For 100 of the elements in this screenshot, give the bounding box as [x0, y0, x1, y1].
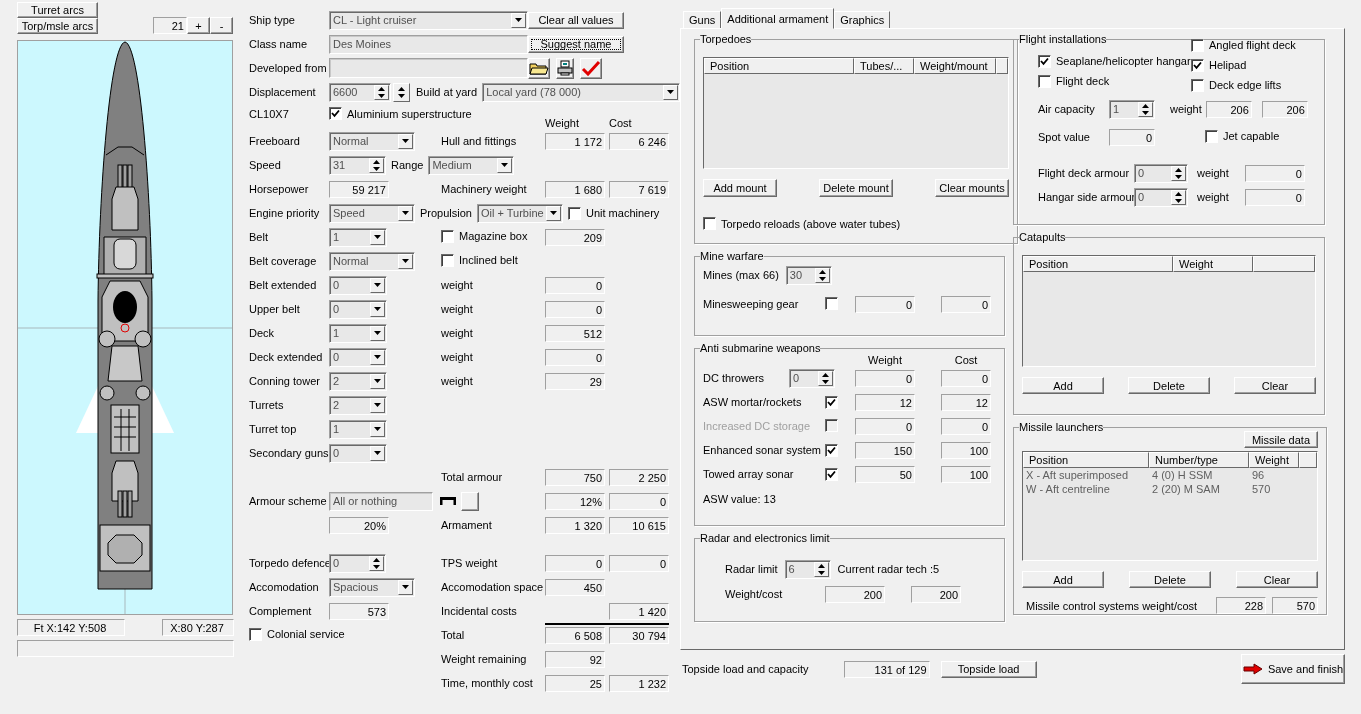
zoom-button[interactable]: - [210, 17, 233, 34]
catapult-button[interactable]: Delete [1128, 377, 1210, 394]
checkbox[interactable] [1038, 54, 1051, 68]
dropdown[interactable]: 0 [329, 275, 387, 295]
field-label: Complement [249, 605, 313, 617]
spin-box[interactable]: 0 [1134, 187, 1188, 207]
field-label: Belt coverage [249, 255, 318, 267]
launcher-button[interactable]: Delete [1129, 571, 1211, 588]
mount-button[interactable]: Add mount [703, 179, 777, 197]
field-label: Accomodation space [441, 581, 545, 593]
tab[interactable]: Additional armament [721, 8, 835, 29]
spin-box[interactable]: 0 [329, 553, 386, 573]
text-field[interactable]: All or nothing [329, 491, 433, 511]
field-label: Mines (max 66) [703, 269, 779, 281]
checkbox[interactable] [1191, 58, 1204, 72]
checkbox[interactable] [1205, 129, 1218, 143]
arcs-button[interactable]: Turret arcs [17, 2, 98, 18]
column-header[interactable]: Position [704, 58, 854, 74]
dropdown[interactable]: 0 [329, 347, 387, 367]
checkbox[interactable] [441, 253, 454, 267]
dropdown[interactable]: Spacious [329, 577, 415, 597]
dropdown[interactable]: 0 [329, 299, 387, 319]
checkbox[interactable] [441, 229, 454, 243]
spin-box[interactable]: 30 [785, 265, 832, 285]
spin-box[interactable]: 6600 [329, 82, 391, 102]
checkbox[interactable] [825, 296, 838, 310]
spin-box[interactable]: 1 [1109, 99, 1155, 119]
dropdown[interactable]: Local yard (78 000) [482, 82, 681, 102]
dropdown[interactable]: Oil + Turbine [477, 203, 563, 223]
value-field: 0 [545, 554, 605, 572]
column-header[interactable]: Number/type [1149, 452, 1249, 468]
spinner-arrows-icon[interactable] [393, 82, 410, 102]
checkbox[interactable] [329, 107, 342, 120]
dropdown[interactable]: Medium [428, 155, 515, 175]
tab[interactable]: Graphics [834, 11, 891, 29]
spin-box[interactable]: 0 [1134, 163, 1188, 183]
checkbox[interactable] [249, 627, 262, 641]
list-row[interactable]: X - Aft superimposed 4 (0) H SSM 96 [1023, 468, 1317, 482]
value-field: 0 [609, 492, 669, 510]
catapult-button[interactable]: Clear [1234, 377, 1316, 394]
dropdown[interactable]: 2 [329, 371, 387, 391]
dropdown[interactable]: Speed [329, 203, 415, 223]
column-header[interactable]: Weight [1173, 256, 1253, 272]
mount-button[interactable]: Delete mount [819, 179, 893, 197]
zoom-button[interactable]: + [187, 17, 210, 34]
scheme-button[interactable] [461, 491, 479, 511]
text-field[interactable]: Des Moines [329, 34, 528, 54]
field-label: Hangar side armour [1038, 191, 1134, 203]
spinner-arrows-icon [374, 84, 389, 100]
list-view[interactable]: Position Tubes/... Weight/mount [703, 57, 1009, 169]
catapult-button[interactable]: Add [1022, 377, 1104, 394]
field-label: Armour scheme [249, 495, 328, 507]
text-field[interactable] [329, 58, 528, 78]
column-header[interactable]: Position [1023, 452, 1149, 468]
checkbox[interactable] [825, 443, 838, 457]
list-view[interactable]: Position Weight [1022, 255, 1316, 367]
dropdown[interactable]: CL - Light cruiser [329, 10, 528, 30]
checkbox[interactable] [825, 395, 838, 409]
checkbox[interactable] [1191, 78, 1204, 92]
checkbox[interactable] [825, 467, 838, 481]
spin-box[interactable]: 0 [789, 368, 835, 388]
spin-box[interactable]: 31 [329, 155, 386, 175]
mount-button[interactable]: Clear mounts [935, 179, 1009, 197]
spin-box[interactable]: 6 [784, 559, 831, 579]
save-button[interactable]: Save and finish [1241, 654, 1345, 684]
tab[interactable]: Guns [683, 11, 722, 29]
column-header[interactable]: Tubes/... [854, 58, 914, 74]
checkbox[interactable] [1191, 38, 1204, 52]
field-label: Missile control systems weight/cost [1026, 599, 1199, 612]
dropdown[interactable]: 0 [329, 443, 387, 463]
launcher-button[interactable]: Clear [1236, 571, 1318, 588]
print-button[interactable] [556, 57, 574, 79]
dropdown[interactable]: Normal [329, 251, 415, 271]
field-label: Total [441, 629, 466, 641]
column-header [996, 58, 1008, 74]
column-header[interactable]: Weight/mount [914, 58, 996, 74]
list-view[interactable]: Position Number/type Weight X - Aft superimposed 4 (0) H SSM 96 W - Aft centreline 2 (20) M SAM 570 [1022, 451, 1318, 561]
checkbox[interactable] [1038, 74, 1051, 88]
column-header[interactable]: Position [1023, 256, 1173, 272]
checkbox[interactable] [703, 217, 716, 230]
arcs-button[interactable]: Torp/msle arcs [17, 18, 98, 34]
column-header[interactable]: Weight [1249, 452, 1299, 468]
dropdown[interactable]: 2 [329, 395, 387, 415]
dropdown[interactable]: Normal [329, 131, 415, 151]
dropdown[interactable]: 1 [329, 227, 387, 247]
dropdown[interactable]: 1 [329, 323, 387, 343]
launcher-button[interactable]: Add [1022, 571, 1104, 588]
dropdown[interactable]: 1 [329, 419, 387, 439]
checkbox[interactable] [568, 206, 581, 220]
confirm-button[interactable] [580, 57, 602, 79]
missile-data-button[interactable]: Missile data [1244, 431, 1318, 448]
value-field: 512 [545, 324, 605, 342]
field-label: Torpedo defence [249, 557, 329, 569]
clear-all-button[interactable]: Clear all values [528, 11, 624, 29]
column-header: Cost [609, 117, 633, 129]
list-row[interactable]: W - Aft centreline 2 (20) M SAM 570 [1023, 482, 1317, 496]
topside-load-button[interactable]: Topside load [940, 660, 1037, 678]
open-folder-button[interactable] [528, 57, 550, 79]
ship-view-canvas[interactable] [17, 40, 233, 615]
suggest-name-button[interactable]: Suggest name [528, 35, 624, 53]
